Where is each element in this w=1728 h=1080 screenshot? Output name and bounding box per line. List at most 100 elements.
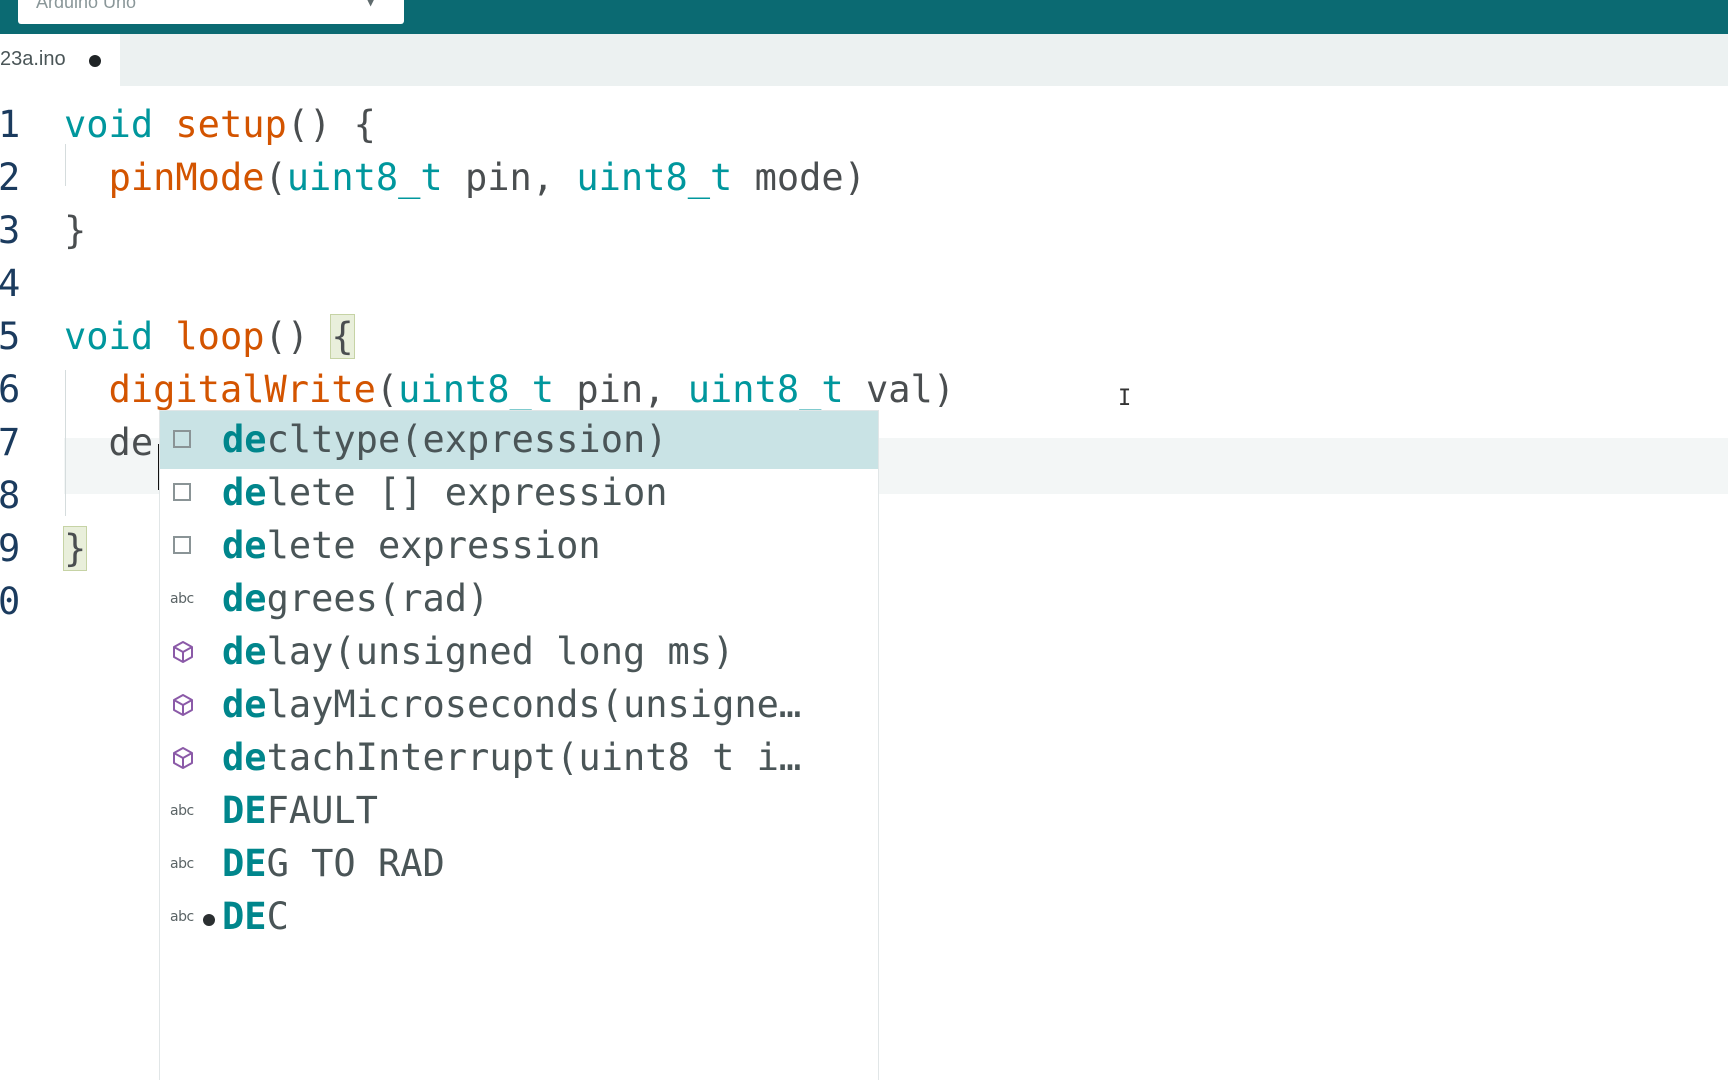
code-token: mode) — [732, 156, 866, 199]
suggestion-label: DEFAULT — [222, 782, 378, 840]
code-token: de — [64, 421, 154, 464]
suggestion-match-text: de — [222, 630, 267, 673]
code-line[interactable]: } — [62, 520, 88, 578]
code-line[interactable]: void loop() { — [64, 308, 355, 366]
suggestion-label: detachInterrupt(uint8 t i… — [222, 729, 801, 787]
code-token: digitalWrite — [108, 368, 376, 411]
line-number: 9 — [0, 527, 21, 570]
code-token: val) — [843, 368, 956, 411]
text-icon: abc — [170, 909, 194, 925]
text-icon: abc — [170, 856, 194, 872]
line-number: 3 — [0, 209, 21, 252]
board-selector-label: Arduino Uno — [36, 0, 137, 12]
bullet-icon — [203, 914, 215, 926]
code-line[interactable]: } — [64, 202, 86, 260]
keyword-icon — [170, 427, 196, 453]
suggestion-item[interactable]: abc DEC — [160, 888, 878, 946]
code-token: } — [64, 209, 87, 252]
suggestion-item[interactable]: abc degrees(rad) — [160, 570, 878, 628]
suggestion-rest-text: lay(unsigned long ms) — [266, 630, 735, 673]
suggestion-label: decltype(expression) — [222, 411, 668, 469]
suggestion-item[interactable]: delete expression — [160, 517, 878, 575]
suggestion-match-text: de — [222, 683, 267, 726]
suggestion-label: delay(unsigned long ms) — [222, 623, 734, 681]
tab-label: 23a.ino — [0, 48, 66, 70]
suggestion-rest-text: grees(rad) — [266, 577, 490, 620]
line-number: 1 — [0, 103, 21, 146]
code-token: ( — [375, 368, 399, 411]
text-icon: abc — [170, 591, 194, 607]
keyword-icon — [170, 533, 196, 559]
arduino-ide-window: Arduino Uno ▼ 23a.ino 1 2 3 4 5 6 7 8 9 0 void se… — [0, 0, 1728, 1080]
suggestion-item[interactable]: decltype(expression) — [160, 411, 878, 469]
suggestion-label: delete [] expression — [222, 464, 668, 522]
code-token: uint8_t — [576, 156, 733, 199]
code-line[interactable]: de — [64, 414, 154, 472]
code-token: { — [330, 314, 355, 359]
text-icon: abc — [170, 803, 194, 819]
suggestion-match-text: DE — [222, 789, 267, 832]
suggestion-label: DEG TO RAD — [222, 835, 445, 893]
code-token: setup — [175, 103, 287, 146]
code-token: pin, — [442, 156, 577, 199]
suggestion-match-text: DE — [222, 842, 267, 885]
suggestion-label: delayMicroseconds(unsigne… — [222, 676, 801, 734]
suggestion-rest-text: FAULT — [266, 789, 378, 832]
code-token: () — [264, 315, 332, 358]
code-token: uint8_t — [687, 368, 844, 411]
code-token: uint8_t — [398, 368, 555, 411]
suggestion-label: delete expression — [222, 517, 601, 575]
code-token: } — [62, 526, 88, 571]
suggestion-label: DEC — [222, 888, 289, 946]
method-icon — [170, 692, 196, 718]
code-token: ( — [264, 156, 287, 199]
code-token: pin, — [554, 368, 688, 411]
method-icon — [170, 639, 196, 665]
suggestion-match-text: de — [222, 524, 267, 567]
suggestion-item[interactable]: delay(unsigned long ms) — [160, 623, 878, 681]
suggestion-rest-text: G TO RAD — [266, 842, 445, 885]
code-token: uint8_t — [286, 156, 443, 199]
autocomplete-popup[interactable]: decltype(expression) delete [] expression… — [159, 410, 879, 1080]
suggestion-rest-text: tachInterrupt(uint8 t i… — [266, 736, 802, 779]
top-toolbar: Arduino Uno ▼ — [0, 0, 1728, 34]
suggestion-match-text: de — [222, 736, 267, 779]
suggestion-match-text: DE — [222, 895, 267, 938]
line-number: 4 — [0, 262, 21, 305]
code-token: void — [64, 315, 154, 358]
ibeam-cursor-icon: I — [1118, 386, 1132, 411]
line-number: 2 — [0, 156, 21, 199]
line-number: 7 — [0, 421, 21, 464]
code-token: pinMode — [108, 156, 265, 199]
suggestion-item[interactable]: detachInterrupt(uint8 t i… — [160, 729, 878, 787]
keyword-icon — [170, 480, 196, 506]
tab-sketch-file[interactable]: 23a.ino — [0, 34, 120, 86]
line-number: 6 — [0, 368, 21, 411]
suggestion-item[interactable]: abc DEFAULT — [160, 782, 878, 840]
suggestion-rest-text: cltype(expression) — [266, 418, 668, 461]
chevron-down-icon: ▼ — [366, 0, 376, 8]
unsaved-dot-icon[interactable] — [89, 55, 101, 67]
suggestion-match-text: de — [222, 418, 267, 461]
code-token: void — [64, 103, 154, 146]
code-token: loop — [175, 315, 265, 358]
method-icon — [170, 745, 196, 771]
suggestion-match-text: de — [222, 471, 267, 514]
line-number: 8 — [0, 474, 21, 517]
board-selector[interactable]: Arduino Uno ▼ — [18, 0, 404, 24]
suggestion-item[interactable]: delayMicroseconds(unsigne… — [160, 676, 878, 734]
suggestion-rest-text: C — [266, 895, 289, 938]
code-line[interactable]: void setup() { — [64, 96, 376, 154]
suggestion-rest-text: lete expression — [266, 524, 601, 567]
suggestion-item[interactable]: abc DEG TO RAD — [160, 835, 878, 893]
tab-strip: 23a.ino — [0, 34, 1728, 86]
suggestion-rest-text: layMicroseconds(unsigne… — [266, 683, 802, 726]
suggestion-item[interactable]: delete [] expression — [160, 464, 878, 522]
line-number: 5 — [0, 315, 21, 358]
suggestion-rest-text: lete [] expression — [266, 471, 668, 514]
code-line[interactable]: pinMode(uint8_t pin, uint8_t mode) — [64, 149, 866, 207]
